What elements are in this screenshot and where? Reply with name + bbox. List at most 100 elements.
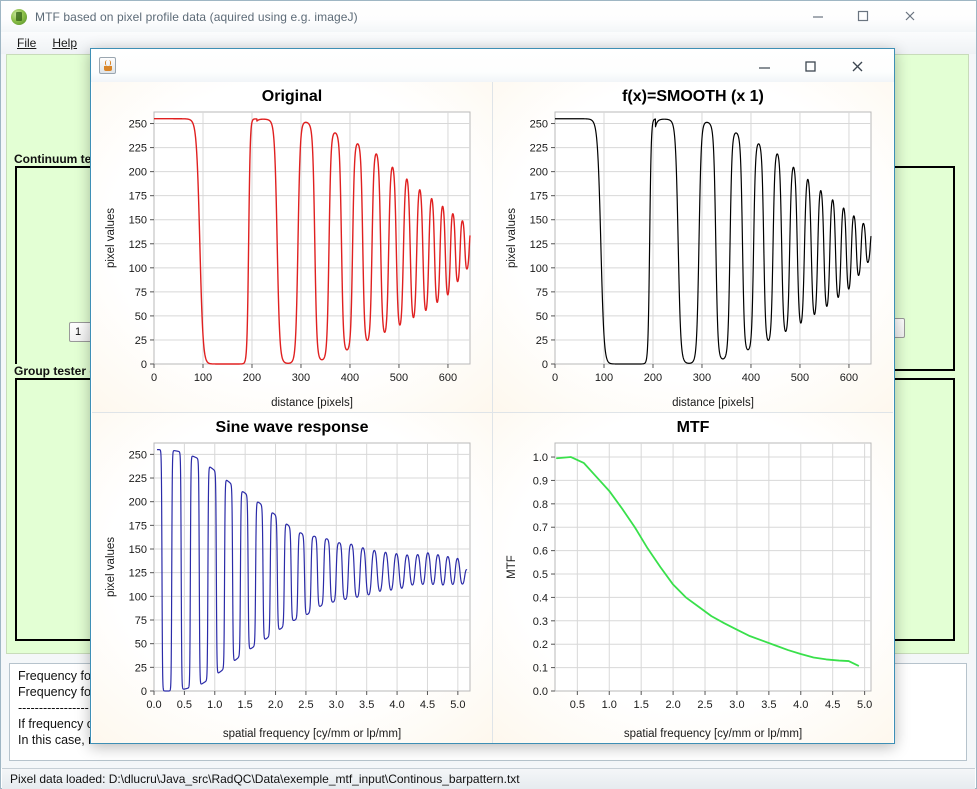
svg-text:600: 600 — [840, 372, 858, 384]
plot-smooth: 0 25 50 75 100 125 150 175 200 225 250 0 100 200 300 40… — [506, 111, 872, 409]
svg-text:5.0: 5.0 — [450, 699, 465, 711]
svg-text:4.5: 4.5 — [825, 699, 840, 711]
svg-text:150: 150 — [530, 215, 548, 227]
svg-text:0: 0 — [151, 372, 157, 384]
svg-text:400: 400 — [742, 372, 760, 384]
svg-text:3.0: 3.0 — [729, 699, 744, 711]
svg-text:1.5: 1.5 — [634, 699, 649, 711]
svg-text:0.5: 0.5 — [533, 569, 548, 581]
svg-text:0: 0 — [552, 372, 558, 384]
svg-text:175: 175 — [530, 191, 548, 203]
svg-text:1.0: 1.0 — [533, 452, 548, 464]
plot-sine-wave-response: 0 25 50 75 100 125 150 175 200 225 250 0.0 0.5 1.0 1.5… — [105, 442, 471, 740]
maximize-icon[interactable] — [788, 51, 833, 81]
chart-panel-sine-wave-response[interactable]: Sine wave response 0 25 50 75 100 125 150 175 20… — [92, 413, 492, 743]
svg-text:400: 400 — [341, 372, 359, 384]
plot-mtf: 0.0 0.1 0.2 0.3 0.4 0.5 0.6 0.7 0.8 0.9 1.0 0.5 1.0 1… — [506, 442, 872, 740]
menu-item-help[interactable]: Help — [44, 34, 85, 52]
maximize-icon[interactable] — [840, 1, 885, 30]
svg-text:3.5: 3.5 — [359, 699, 374, 711]
svg-text:0: 0 — [542, 359, 548, 371]
minimize-icon[interactable] — [742, 51, 787, 81]
svg-text:0.9: 0.9 — [533, 475, 548, 487]
svg-text:3.5: 3.5 — [761, 699, 776, 711]
menu-item-file[interactable]: File — [9, 34, 44, 52]
svg-text:100: 100 — [530, 263, 548, 275]
svg-text:300: 300 — [292, 372, 310, 384]
app-logo-icon — [11, 8, 27, 25]
svg-text:100: 100 — [129, 263, 147, 275]
svg-text:3.0: 3.0 — [329, 699, 344, 711]
outer-window-titlebar: MTF based on pixel profile data (aquired… — [1, 1, 976, 32]
svg-text:200: 200 — [129, 167, 147, 179]
svg-text:175: 175 — [129, 520, 147, 532]
svg-text:0.6: 0.6 — [533, 546, 548, 558]
svg-text:2.5: 2.5 — [298, 699, 313, 711]
svg-text:125: 125 — [129, 568, 147, 580]
svg-text:25: 25 — [135, 335, 147, 347]
svg-text:0.5: 0.5 — [177, 699, 192, 711]
svg-text:200: 200 — [644, 372, 662, 384]
svg-text:200: 200 — [530, 167, 548, 179]
svg-text:5.0: 5.0 — [857, 699, 872, 711]
svg-text:0.0: 0.0 — [146, 699, 161, 711]
svg-text:50: 50 — [536, 311, 548, 323]
svg-text:250: 250 — [129, 449, 147, 461]
svg-text:MTF: MTF — [506, 555, 518, 579]
svg-text:2.0: 2.0 — [268, 699, 283, 711]
svg-text:500: 500 — [390, 372, 408, 384]
java-cup-icon — [99, 57, 116, 74]
outer-window-title: MTF based on pixel profile data (aquired… — [35, 9, 358, 24]
svg-text:4.0: 4.0 — [389, 699, 404, 711]
svg-text:0: 0 — [141, 686, 147, 698]
plot-original: 0 25 50 75 100 125 150 175 200 225 250 0 100 200 300 40… — [105, 111, 471, 409]
svg-text:0: 0 — [141, 359, 147, 371]
svg-text:1.5: 1.5 — [238, 699, 253, 711]
svg-text:150: 150 — [129, 544, 147, 556]
svg-text:50: 50 — [135, 311, 147, 323]
svg-text:0.7: 0.7 — [533, 522, 548, 534]
svg-text:150: 150 — [129, 215, 147, 227]
svg-text:100: 100 — [129, 591, 147, 603]
svg-text:50: 50 — [135, 639, 147, 651]
chart-window-titlebar — [91, 49, 894, 82]
svg-text:300: 300 — [693, 372, 711, 384]
svg-text:0.3: 0.3 — [533, 616, 548, 628]
close-icon[interactable] — [835, 51, 880, 81]
svg-text:500: 500 — [791, 372, 809, 384]
status-bar-text: Pixel data loaded: D:\dlucru\Java_src\Ra… — [10, 772, 520, 786]
svg-text:75: 75 — [536, 287, 548, 299]
chart-panel-smooth[interactable]: f(x)=SMOOTH (x 1) 0 25 50 75 100 125 150 175 200… — [493, 82, 893, 412]
svg-text:0.5: 0.5 — [570, 699, 585, 711]
chart-panel-original[interactable]: Original 0 25 50 75 100 125 150 175 200 225 250 0 10… — [92, 82, 492, 412]
svg-text:pixel values: pixel values — [506, 208, 518, 268]
svg-text:225: 225 — [129, 143, 147, 155]
minimize-icon[interactable] — [795, 1, 840, 30]
status-bar: Pixel data loaded: D:\dlucru\Java_src\Ra… — [2, 768, 975, 789]
svg-text:250: 250 — [530, 119, 548, 131]
svg-text:0.8: 0.8 — [533, 499, 548, 511]
svg-text:125: 125 — [530, 239, 548, 251]
chart-grid: Original 0 25 50 75 100 125 150 175 200 225 250 0 10… — [92, 82, 893, 743]
svg-text:200: 200 — [129, 497, 147, 509]
svg-text:75: 75 — [135, 287, 147, 299]
svg-text:distance [pixels]: distance [pixels] — [271, 397, 353, 409]
svg-text:100: 100 — [194, 372, 212, 384]
svg-text:100: 100 — [595, 372, 613, 384]
menu-item-help-label: Help — [52, 36, 78, 50]
svg-text:2.0: 2.0 — [665, 699, 680, 711]
chart-panel-mtf[interactable]: MTF 0.0 0.1 0.2 0.3 0.4 0.5 0.6 0.7 0.8 0.9 1.0 0.5… — [493, 413, 893, 743]
svg-text:0.0: 0.0 — [533, 686, 548, 698]
svg-text:1.0: 1.0 — [602, 699, 617, 711]
close-icon[interactable] — [887, 1, 932, 30]
svg-text:25: 25 — [135, 662, 147, 674]
svg-text:125: 125 — [129, 239, 147, 251]
svg-text:25: 25 — [536, 335, 548, 347]
svg-text:pixel values: pixel values — [105, 208, 117, 268]
menu-item-file-label: File — [17, 36, 37, 50]
svg-text:75: 75 — [135, 615, 147, 627]
svg-text:200: 200 — [243, 372, 261, 384]
svg-text:250: 250 — [129, 119, 147, 131]
svg-text:4.0: 4.0 — [793, 699, 808, 711]
svg-text:225: 225 — [530, 143, 548, 155]
